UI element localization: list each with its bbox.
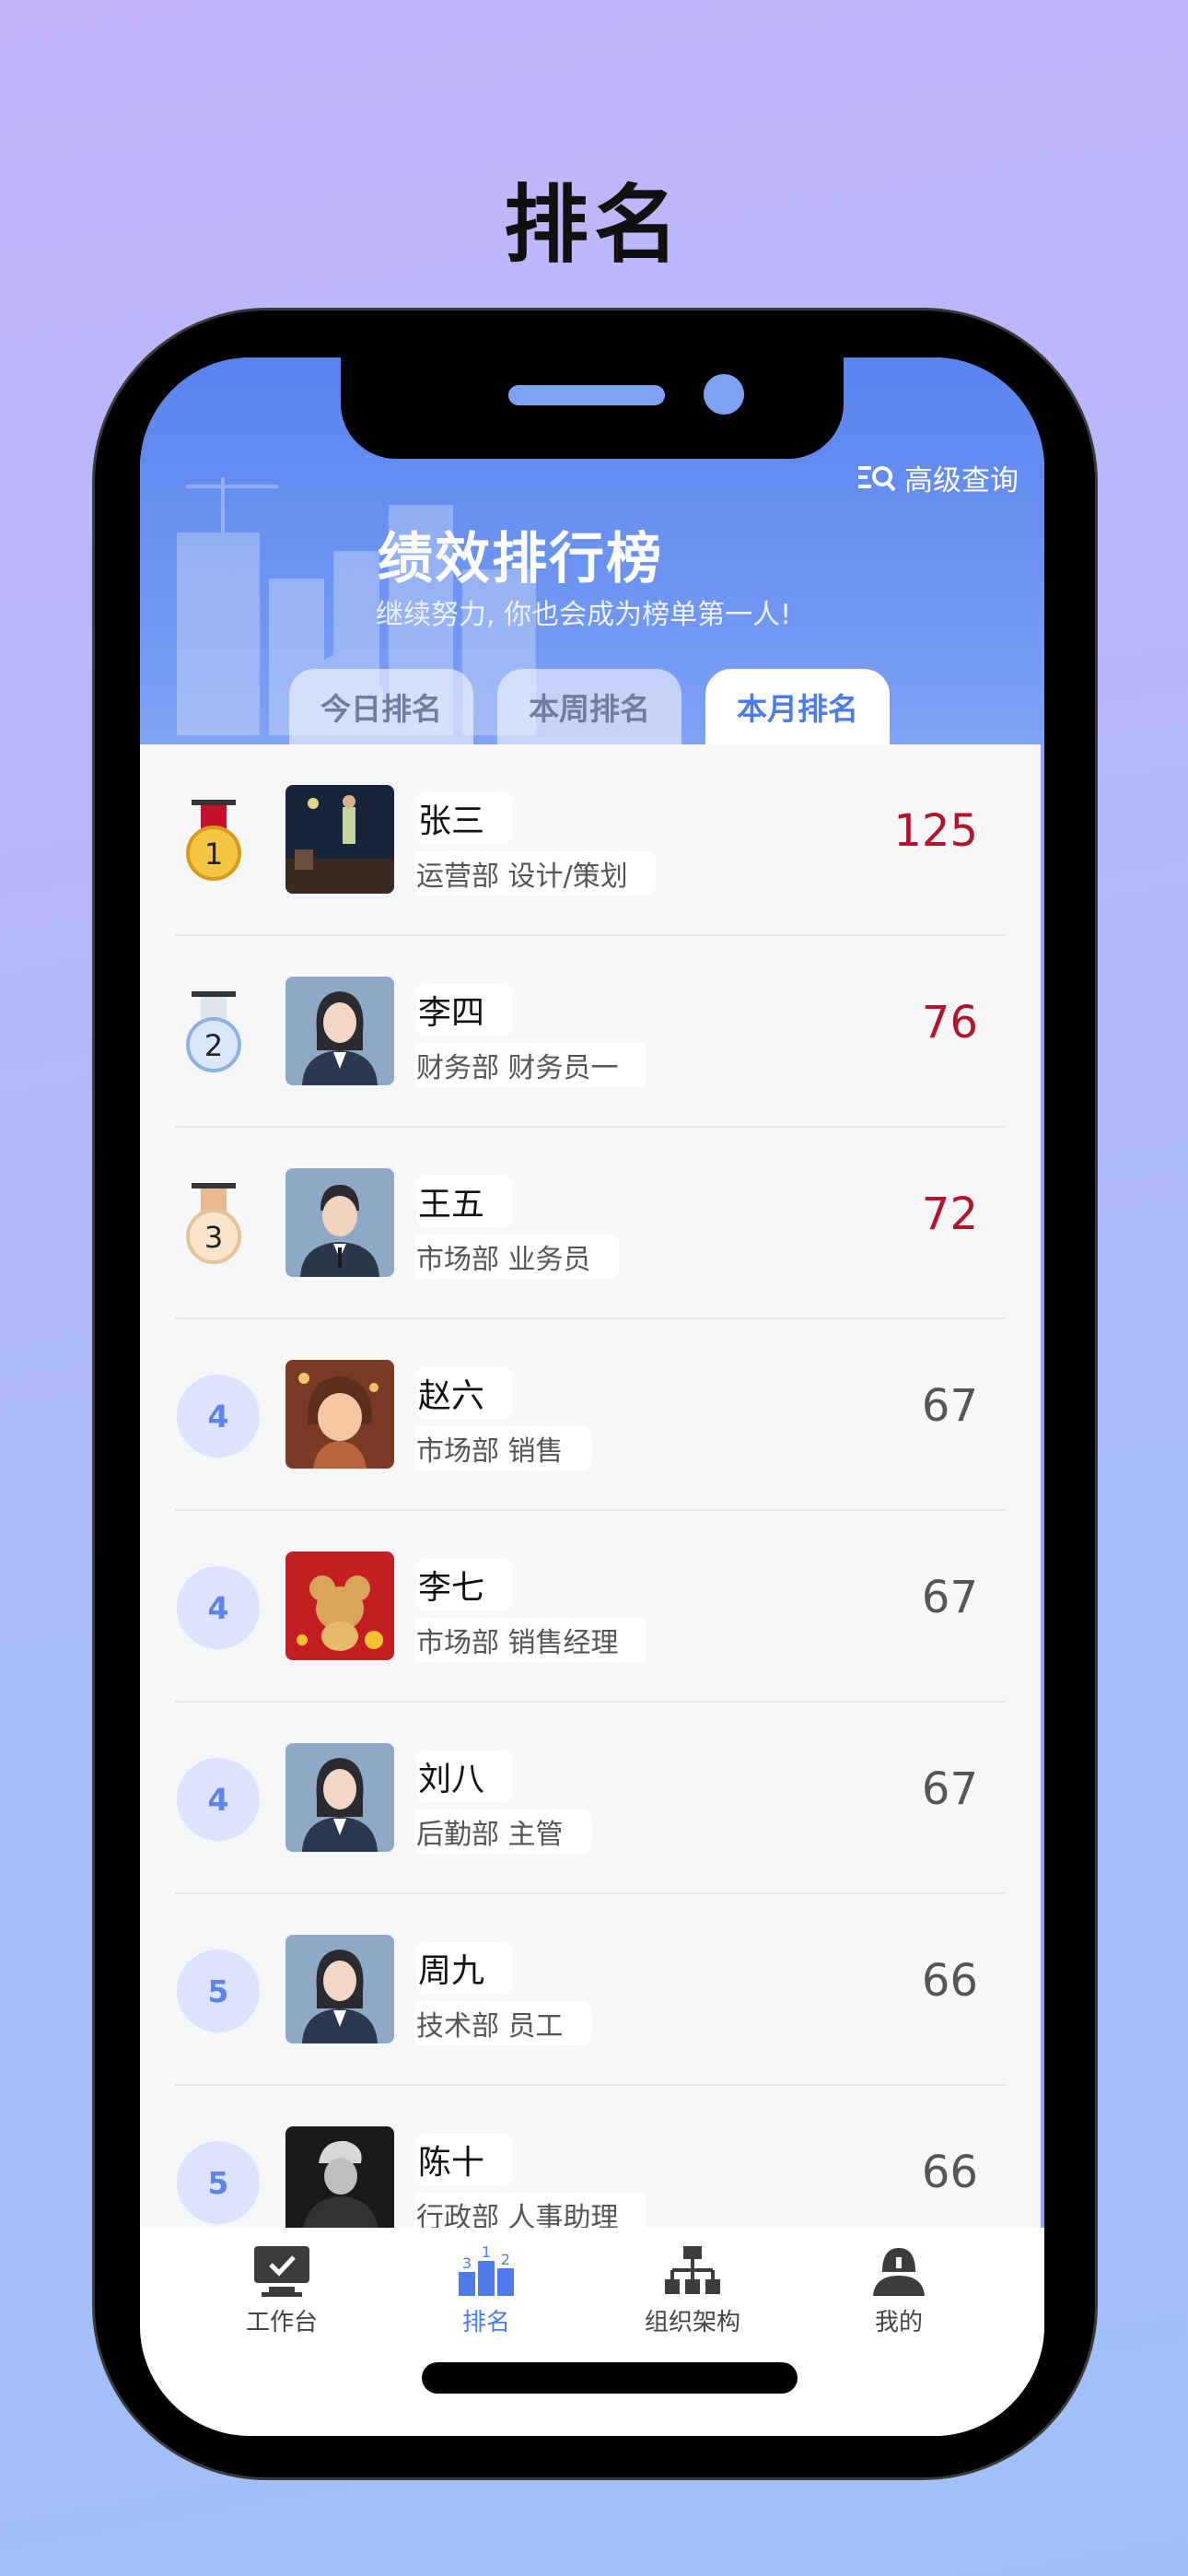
app-screen: 高级查询 绩效排行榜 继续努力, 你也会成为榜单第一人! 今日排名 本周排名 本…	[140, 357, 1044, 2436]
employee-name: 李四	[416, 984, 513, 1036]
ranking-row[interactable]: 1 张三 运营部 设计/策划 125	[140, 744, 1044, 936]
avatar	[285, 1168, 394, 1277]
ranking-row[interactable]: 4 赵六 市场部 销售 67	[140, 1319, 1044, 1511]
rank-badge: 5	[177, 2141, 260, 2224]
nav-organization[interactable]: 组织架构	[610, 2244, 775, 2337]
employee-score: 67	[921, 1572, 978, 1623]
employee-name: 陈十	[416, 2134, 513, 2185]
employee-dept: 技术部 员工	[414, 2001, 591, 2045]
screen-edge	[1041, 744, 1044, 2436]
employee-dept: 运营部 设计/策划	[414, 851, 656, 896]
home-indicator[interactable]	[422, 2362, 798, 2394]
silver-medal-icon: 2	[186, 991, 241, 1072]
device-notch	[341, 357, 844, 459]
ranking-list: 1 张三 运营部 设计/策划 125 2 李四 财务部 财务员一 76 3 王五…	[140, 744, 1044, 2237]
bottom-navigation: 工作台 1 2 3 排名 组织架构 我的	[140, 2228, 1044, 2436]
ranking-row[interactable]: 5 周九 技术部 员工 66	[140, 1894, 1044, 2086]
page-heading: 排名	[503, 176, 684, 275]
leaderboard-title: 绩效排行榜	[378, 527, 663, 591]
svg-text:1: 1	[482, 2244, 491, 2261]
nav-ranking[interactable]: 1 2 3 排名	[403, 2244, 569, 2337]
ranking-row[interactable]: 2 李四 财务部 财务员一 76	[140, 936, 1044, 1128]
org-chart-icon	[665, 2246, 720, 2294]
medal-number: 2	[204, 1028, 223, 1063]
avatar	[285, 785, 394, 894]
tab-today[interactable]: 今日排名	[289, 669, 473, 744]
gold-medal-icon: 1	[186, 800, 241, 881]
user-icon	[873, 2248, 925, 2296]
employee-dept: 市场部 业务员	[414, 1235, 619, 1279]
avatar	[285, 977, 394, 1085]
employee-dept: 后勤部 主管	[414, 1809, 591, 1854]
employee-score: 66	[921, 2147, 978, 2198]
podium-icon: 1 2 3	[459, 2244, 514, 2296]
filter-search-icon	[858, 465, 896, 491]
header-banner: 高级查询 绩效排行榜 继续努力, 你也会成为榜单第一人! 今日排名 本周排名 本…	[140, 357, 1044, 744]
employee-score: 72	[921, 1188, 978, 1240]
tab-week[interactable]: 本周排名	[497, 669, 681, 744]
rank-badge: 4	[177, 1375, 260, 1458]
medal-number: 3	[204, 1220, 223, 1255]
employee-name: 周九	[416, 1942, 513, 1994]
employee-dept: 市场部 销售	[414, 1426, 591, 1470]
ranking-row[interactable]: 4 刘八 后勤部 主管 67	[140, 1703, 1044, 1894]
leaderboard-subtitle: 继续努力, 你也会成为榜单第一人!	[376, 599, 792, 631]
svg-text:2: 2	[501, 2251, 510, 2268]
employee-score: 67	[921, 1380, 978, 1432]
employee-name: 张三	[416, 792, 513, 844]
desktop-check-icon	[254, 2246, 309, 2297]
ranking-row[interactable]: 3 王五 市场部 业务员 72	[140, 1128, 1044, 1319]
employee-dept: 市场部 销售经理	[414, 1618, 646, 1662]
nav-workbench-label: 工作台	[245, 2309, 318, 2336]
employee-score: 66	[921, 1955, 978, 2007]
avatar	[285, 1935, 394, 2043]
medal-number: 1	[204, 837, 223, 872]
employee-name: 王五	[416, 1176, 513, 1227]
rank-badge: 5	[177, 1950, 260, 2032]
advanced-query-label: 高级查询	[904, 464, 1019, 498]
employee-name: 赵六	[416, 1367, 513, 1419]
nav-mine-label: 我的	[874, 2309, 923, 2336]
avatar	[285, 1360, 394, 1469]
avatar	[285, 1743, 394, 1852]
nav-organization-label: 组织架构	[644, 2309, 740, 2336]
bronze-medal-icon: 3	[186, 1183, 241, 1264]
employee-name: 李七	[416, 1559, 513, 1610]
tab-month[interactable]: 本月排名	[705, 669, 890, 744]
nav-ranking-label: 排名	[461, 2309, 510, 2336]
rank-badge: 4	[177, 1758, 260, 1841]
nav-workbench[interactable]: 工作台	[199, 2244, 365, 2337]
avatar	[285, 1551, 394, 1660]
nav-mine[interactable]: 我的	[816, 2244, 982, 2337]
employee-name: 刘八	[416, 1751, 513, 1802]
employee-dept: 财务部 财务员一	[414, 1043, 646, 1087]
front-camera	[704, 374, 744, 415]
employee-score: 125	[893, 805, 978, 857]
ranking-row[interactable]: 4 李七 市场部 销售经理 67	[140, 1511, 1044, 1703]
avatar	[285, 2126, 394, 2235]
employee-score: 76	[921, 997, 978, 1048]
employee-score: 67	[921, 1763, 978, 1815]
rank-badge: 4	[177, 1566, 260, 1649]
period-tabs: 今日排名 本周排名 本月排名	[289, 669, 890, 744]
advanced-query-button[interactable]: 高级查询	[856, 457, 1019, 498]
svg-text:3: 3	[462, 2254, 472, 2272]
speaker-grille	[508, 385, 665, 405]
